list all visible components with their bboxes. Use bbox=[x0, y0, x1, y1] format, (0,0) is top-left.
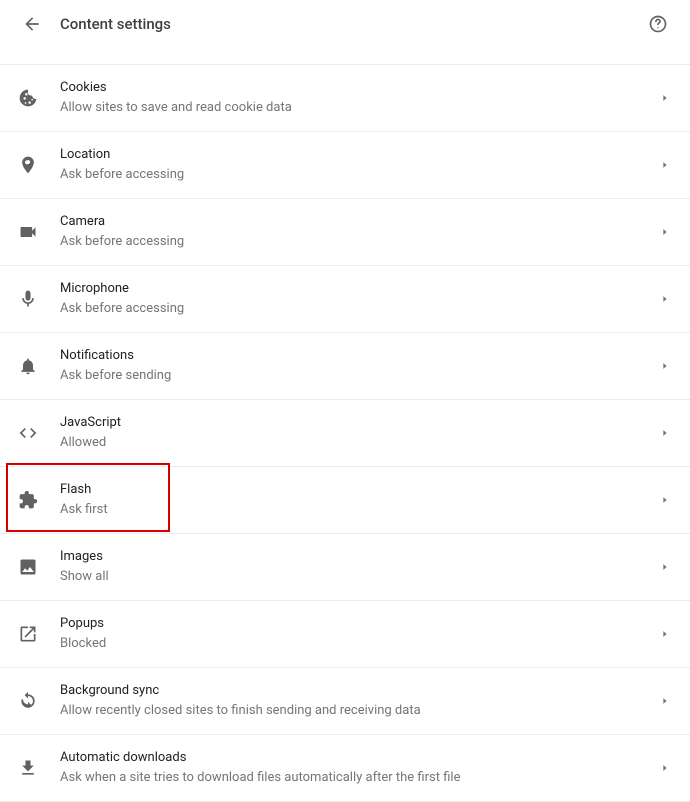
cookies-icon bbox=[16, 86, 40, 110]
item-text: Background sync Allow recently closed sit… bbox=[60, 682, 660, 720]
chevron-right-icon bbox=[660, 763, 670, 773]
item-subtitle: Ask before accessing bbox=[60, 300, 660, 318]
javascript-icon bbox=[16, 421, 40, 445]
page-title: Content settings bbox=[60, 15, 171, 33]
chevron-right-icon bbox=[660, 294, 670, 304]
help-button[interactable] bbox=[642, 8, 674, 40]
item-title: Microphone bbox=[60, 280, 660, 298]
location-icon bbox=[16, 153, 40, 177]
item-subtitle: Ask before accessing bbox=[60, 166, 660, 184]
chevron-right-icon bbox=[660, 428, 670, 438]
popups-icon bbox=[16, 622, 40, 646]
item-subtitle: Allow recently closed sites to finish se… bbox=[60, 702, 660, 720]
item-text: Flash Ask first bbox=[60, 481, 660, 519]
item-title: Flash bbox=[60, 481, 660, 499]
chevron-right-icon bbox=[660, 696, 670, 706]
item-text: Automatic downloads Ask when a site tries… bbox=[60, 749, 660, 787]
item-title: Popups bbox=[60, 615, 660, 633]
header-bar: Content settings bbox=[0, 0, 690, 48]
settings-item-background-sync[interactable]: Background sync Allow recently closed sit… bbox=[0, 668, 690, 735]
chevron-right-icon bbox=[660, 227, 670, 237]
item-title: Background sync bbox=[60, 682, 660, 700]
item-subtitle: Allowed bbox=[60, 434, 660, 452]
settings-item-cookies[interactable]: Cookies Allow sites to save and read cook… bbox=[0, 65, 690, 132]
microphone-icon bbox=[16, 287, 40, 311]
settings-item-popups[interactable]: Popups Blocked bbox=[0, 601, 690, 668]
item-title: Notifications bbox=[60, 347, 660, 365]
camera-icon bbox=[16, 220, 40, 244]
chevron-right-icon bbox=[660, 629, 670, 639]
back-button[interactable] bbox=[16, 8, 48, 40]
help-icon bbox=[648, 14, 668, 34]
item-text: Notifications Ask before sending bbox=[60, 347, 660, 385]
settings-item-automatic-downloads[interactable]: Automatic downloads Ask when a site tries… bbox=[0, 735, 690, 802]
item-subtitle: Ask before sending bbox=[60, 367, 660, 385]
settings-item-camera[interactable]: Camera Ask before accessing bbox=[0, 199, 690, 266]
automatic-downloads-icon bbox=[16, 756, 40, 780]
settings-item-location[interactable]: Location Ask before accessing bbox=[0, 132, 690, 199]
background-sync-icon bbox=[16, 689, 40, 713]
item-text: JavaScript Allowed bbox=[60, 414, 660, 452]
item-title: Cookies bbox=[60, 79, 660, 97]
settings-item-microphone[interactable]: Microphone Ask before accessing bbox=[0, 266, 690, 333]
chevron-right-icon bbox=[660, 361, 670, 371]
item-text: Cookies Allow sites to save and read cook… bbox=[60, 79, 660, 117]
item-text: Location Ask before accessing bbox=[60, 146, 660, 184]
item-subtitle: Ask before accessing bbox=[60, 233, 660, 251]
item-title: Images bbox=[60, 548, 660, 566]
item-text: Images Show all bbox=[60, 548, 660, 586]
settings-item-notifications[interactable]: Notifications Ask before sending bbox=[0, 333, 690, 400]
chevron-right-icon bbox=[660, 93, 670, 103]
notifications-icon bbox=[16, 354, 40, 378]
chevron-right-icon bbox=[660, 495, 670, 505]
chevron-right-icon bbox=[660, 160, 670, 170]
flash-icon bbox=[16, 488, 40, 512]
item-text: Popups Blocked bbox=[60, 615, 660, 653]
item-subtitle: Ask when a site tries to download files … bbox=[60, 769, 660, 787]
arrow-back-icon bbox=[22, 14, 42, 34]
item-title: Camera bbox=[60, 213, 660, 231]
item-title: Location bbox=[60, 146, 660, 164]
chevron-right-icon bbox=[660, 562, 670, 572]
item-subtitle: Ask first bbox=[60, 501, 660, 519]
item-subtitle: Allow sites to save and read cookie data bbox=[60, 99, 660, 117]
item-subtitle: Blocked bbox=[60, 635, 660, 653]
settings-item-javascript[interactable]: JavaScript Allowed bbox=[0, 400, 690, 467]
item-title: JavaScript bbox=[60, 414, 660, 432]
settings-item-flash[interactable]: Flash Ask first bbox=[0, 467, 690, 534]
settings-list: Cookies Allow sites to save and read cook… bbox=[0, 64, 690, 802]
settings-item-images[interactable]: Images Show all bbox=[0, 534, 690, 601]
item-text: Microphone Ask before accessing bbox=[60, 280, 660, 318]
images-icon bbox=[16, 555, 40, 579]
item-text: Camera Ask before accessing bbox=[60, 213, 660, 251]
item-title: Automatic downloads bbox=[60, 749, 660, 767]
item-subtitle: Show all bbox=[60, 568, 660, 586]
